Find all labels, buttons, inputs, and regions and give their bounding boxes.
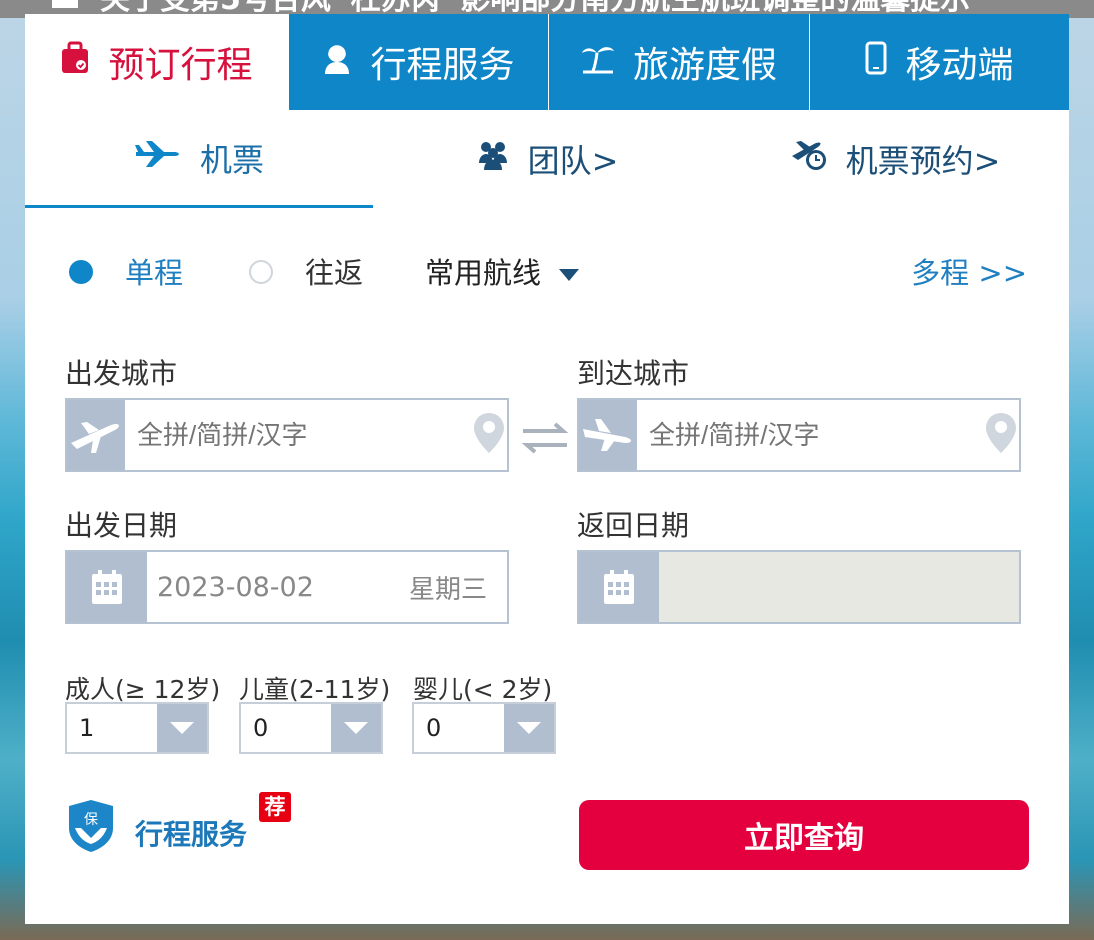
adult-value: 1	[79, 714, 95, 742]
tab-label: 预订行程	[108, 45, 253, 86]
arrive-city-input[interactable]	[637, 400, 984, 470]
depart-date-field[interactable]: 2023-08-02 星期三	[65, 550, 509, 624]
palm-tree-icon	[581, 41, 615, 84]
depart-city-input[interactable]	[125, 400, 472, 470]
svg-text:保: 保	[84, 812, 98, 828]
swap-cities-icon[interactable]	[519, 420, 571, 460]
calendar-icon	[67, 552, 147, 622]
infant-select[interactable]: 0	[412, 702, 556, 754]
oneway-radio[interactable]	[69, 260, 93, 284]
subtab-label: 团队>	[527, 142, 619, 180]
plane-clock-icon	[790, 138, 828, 180]
multi-city-link[interactable]: 多程 >>	[911, 250, 1027, 292]
tab-mobile[interactable]: 移动端	[809, 14, 1069, 110]
location-pin-icon[interactable]	[984, 411, 1034, 459]
mobile-icon	[865, 41, 887, 84]
return-date-field[interactable]	[577, 550, 1021, 624]
common-routes-label: 常用航线	[425, 256, 542, 290]
tab-label: 行程服务	[370, 45, 515, 86]
search-button[interactable]: 立即查询	[579, 800, 1029, 870]
service-agent-icon	[322, 41, 352, 84]
chevron-down-icon[interactable]	[331, 704, 381, 752]
weekday-label: 星期三	[408, 574, 487, 605]
suitcase-icon	[60, 41, 90, 84]
tab-vacation[interactable]: 旅游度假	[548, 14, 809, 110]
tab-book-trip[interactable]: 预订行程	[25, 14, 288, 110]
tab-trip-service[interactable]: 行程服务	[288, 14, 548, 110]
oneway-label[interactable]: 单程	[125, 250, 183, 292]
tab-label: 旅游度假	[632, 45, 777, 86]
common-routes-dropdown[interactable]: 常用航线	[425, 250, 580, 292]
shield-hands-icon: 保	[65, 798, 117, 858]
subtab-flight[interactable]: 机票	[25, 110, 373, 208]
subtab-label: 机票	[199, 140, 264, 179]
subtab-group[interactable]: 团队>	[373, 110, 721, 208]
trip-service-link[interactable]: 保 行程服务	[65, 798, 247, 858]
roundtrip-label[interactable]: 往返	[305, 250, 363, 292]
caret-down-icon	[559, 269, 580, 281]
top-tabs: 预订行程 行程服务 旅游度假 移动端	[25, 14, 1069, 110]
landing-icon	[579, 400, 637, 470]
infant-value: 0	[426, 714, 442, 742]
child-select[interactable]: 0	[239, 702, 383, 754]
subtab-label: 机票预约>	[845, 142, 1001, 180]
calendar-icon	[579, 552, 659, 622]
depart-date-value: 2023-08-02	[157, 571, 314, 603]
roundtrip-radio[interactable]	[249, 260, 273, 284]
tab-label: 移动端	[905, 45, 1014, 86]
chevron-down-icon[interactable]	[157, 704, 207, 752]
chevron-down-icon[interactable]	[504, 704, 554, 752]
trip-service-label: 行程服务	[135, 818, 248, 851]
subtab-reservation[interactable]: 机票预约>	[721, 110, 1069, 208]
notice-icon	[52, 0, 78, 8]
airplane-icon	[134, 139, 182, 177]
adult-select[interactable]: 1	[65, 702, 209, 754]
arrive-city-field[interactable]	[577, 398, 1021, 472]
sub-tabs: 机票 团队> 机票预约>	[25, 110, 1069, 208]
child-value: 0	[253, 714, 269, 742]
depart-city-field[interactable]	[65, 398, 509, 472]
location-pin-icon[interactable]	[472, 411, 522, 459]
trip-type-row: 单程 往返 常用航线 多程 >>	[67, 248, 1027, 292]
group-icon	[476, 139, 510, 179]
takeoff-icon	[67, 400, 125, 470]
